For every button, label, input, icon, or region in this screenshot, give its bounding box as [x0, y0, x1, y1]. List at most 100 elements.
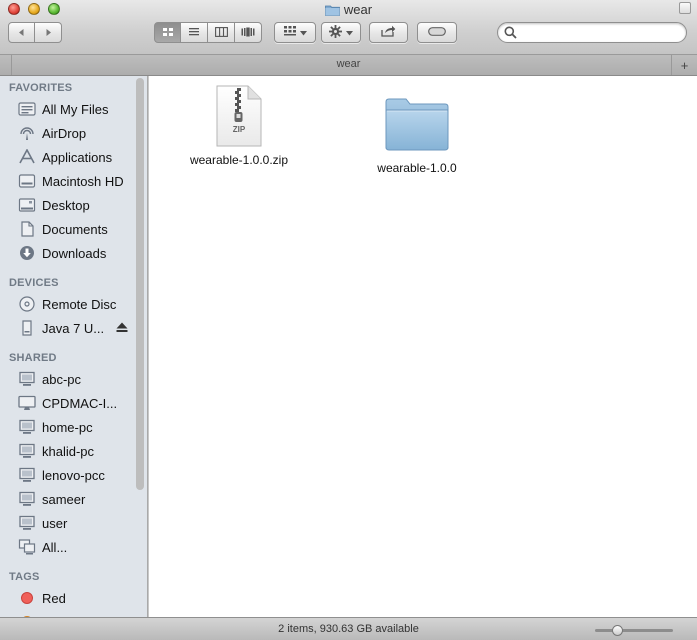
- folder-icon: [384, 98, 450, 155]
- eject-icon[interactable]: [116, 321, 128, 336]
- sidebar-item-label: Remote Disc: [42, 296, 117, 312]
- search-field[interactable]: [497, 22, 687, 43]
- tag-icon: [428, 26, 446, 39]
- search-input[interactable]: [520, 25, 680, 40]
- applications-icon: [17, 148, 37, 166]
- hard-drive-icon: [17, 172, 37, 190]
- window-toolbar: wear: [0, 0, 697, 55]
- forward-arrow-icon: [44, 25, 53, 40]
- sidebar-item-khalid-pc[interactable]: khalid-pc: [0, 440, 134, 462]
- sidebar-item-label: All...: [42, 539, 68, 555]
- window-title: wear: [343, 2, 373, 17]
- sidebar-item-sameer[interactable]: sameer: [0, 488, 134, 510]
- share-button[interactable]: [369, 22, 408, 43]
- chevron-down-icon: [346, 27, 353, 39]
- column-view-icon: [214, 25, 228, 40]
- search-icon: [504, 26, 517, 42]
- disk-image-icon: [17, 319, 37, 337]
- sidebar-item-remote-disc[interactable]: Remote Disc: [0, 293, 134, 315]
- remote-disc-icon: [17, 295, 37, 313]
- list-view-icon: [188, 25, 200, 40]
- arrange-button[interactable]: [274, 22, 316, 43]
- column-view-button[interactable]: [208, 22, 235, 43]
- sidebar-item-label: Desktop: [42, 197, 90, 213]
- arrange-icon: [283, 26, 296, 39]
- sidebar-item-user[interactable]: user: [0, 512, 134, 534]
- sidebar-item-all-shared[interactable]: All...: [0, 536, 134, 558]
- network-pc-icon: [17, 466, 37, 484]
- navigation-buttons: [8, 22, 62, 43]
- cover-flow-icon: [241, 25, 255, 40]
- sidebar: FAVORITES All My Files AirDrop Applicati…: [0, 76, 148, 617]
- network-pc-icon: [17, 514, 37, 532]
- sidebar-item-label: All My Files: [42, 101, 109, 117]
- sidebar-item-downloads[interactable]: Downloads: [0, 242, 134, 264]
- tags-button[interactable]: [417, 22, 457, 43]
- sidebar-item-macintosh-hd[interactable]: Macintosh HD: [0, 170, 134, 192]
- icon-view-button[interactable]: [154, 22, 181, 43]
- file-item-folder[interactable]: wearable-1.0.0: [357, 96, 477, 175]
- back-arrow-icon: [17, 25, 26, 40]
- file-item-zip[interactable]: ZIP wearable-1.0.0.zip: [179, 84, 299, 167]
- back-button[interactable]: [8, 22, 35, 43]
- forward-button[interactable]: [35, 22, 62, 43]
- toolbar-toggle-button[interactable]: [679, 2, 691, 14]
- section-header-shared: SHARED: [9, 352, 57, 364]
- share-icon: [381, 25, 396, 40]
- tab-wear[interactable]: wear: [0, 58, 697, 70]
- sidebar-item-label: Red: [42, 590, 66, 606]
- cover-flow-view-button[interactable]: [235, 22, 262, 43]
- section-header-tags: TAGS: [9, 571, 40, 583]
- action-button[interactable]: [321, 22, 361, 43]
- sidebar-item-airdrop[interactable]: AirDrop: [0, 122, 134, 144]
- sidebar-item-label: CPDMAC-I...: [42, 395, 118, 411]
- tab-bar: wear +: [0, 55, 697, 76]
- sidebar-item-label: sameer: [42, 491, 86, 507]
- sidebar-item-label: AirDrop: [42, 125, 87, 141]
- network-mac-icon: [17, 394, 37, 412]
- network-pc-icon: [17, 370, 37, 388]
- sidebar-item-label: Applications: [42, 149, 113, 165]
- slider-knob[interactable]: [612, 625, 623, 636]
- sidebar-item-abc-pc[interactable]: abc-pc: [0, 368, 134, 390]
- sidebar-item-label: user: [42, 515, 68, 531]
- zip-file-icon: [214, 85, 264, 151]
- icon-view-icon: [162, 25, 174, 40]
- sidebar-item-label: Documents: [42, 221, 108, 237]
- all-files-icon: [17, 100, 37, 118]
- gear-icon: [329, 24, 342, 41]
- sidebar-item-cpdmac[interactable]: CPDMAC-I...: [0, 392, 134, 414]
- desktop-icon: [17, 196, 37, 214]
- sidebar-item-tag-red[interactable]: Red: [0, 587, 134, 609]
- network-pc-icon: [17, 418, 37, 436]
- sidebar-item-label: home-pc: [42, 419, 93, 435]
- sidebar-item-home-pc[interactable]: home-pc: [0, 416, 134, 438]
- sidebar-item-label: abc-pc: [42, 371, 82, 387]
- sidebar-item-all-my-files[interactable]: All My Files: [0, 98, 134, 120]
- list-view-button[interactable]: [181, 22, 208, 43]
- file-name: wearable-1.0.0: [377, 161, 457, 175]
- sidebar-item-desktop[interactable]: Desktop: [0, 194, 134, 216]
- new-tab-button[interactable]: +: [671, 55, 697, 75]
- network-pc-icon: [17, 490, 37, 508]
- file-browser-content[interactable]: ZIP wearable-1.0.0.zip wearable-1.0.0: [149, 76, 697, 617]
- sidebar-item-label: lenovo-pcc: [42, 467, 105, 483]
- sidebar-item-lenovo-pcc[interactable]: lenovo-pcc: [0, 464, 134, 486]
- red-tag-icon: [17, 589, 37, 607]
- chevron-down-icon: [299, 27, 307, 39]
- downloads-icon: [17, 244, 37, 262]
- file-name: wearable-1.0.0.zip: [189, 153, 289, 167]
- folder-icon: [325, 4, 340, 19]
- sidebar-item-applications[interactable]: Applications: [0, 146, 134, 168]
- window-title-area: wear: [0, 2, 697, 19]
- sidebar-item-documents[interactable]: Documents: [0, 218, 134, 240]
- plus-icon: +: [680, 57, 689, 73]
- sidebar-item-label: Downloads: [42, 245, 107, 261]
- sidebar-item-java-disk-image[interactable]: Java 7 U...: [0, 317, 134, 339]
- sidebar-scrollbar[interactable]: [136, 78, 144, 490]
- status-text: 2 items, 930.63 GB available: [278, 623, 419, 635]
- icon-size-slider[interactable]: [595, 625, 673, 636]
- view-mode-control: [154, 22, 262, 43]
- sidebar-item-label: Macintosh HD: [42, 173, 124, 189]
- sidebar-item-label: khalid-pc: [42, 443, 95, 459]
